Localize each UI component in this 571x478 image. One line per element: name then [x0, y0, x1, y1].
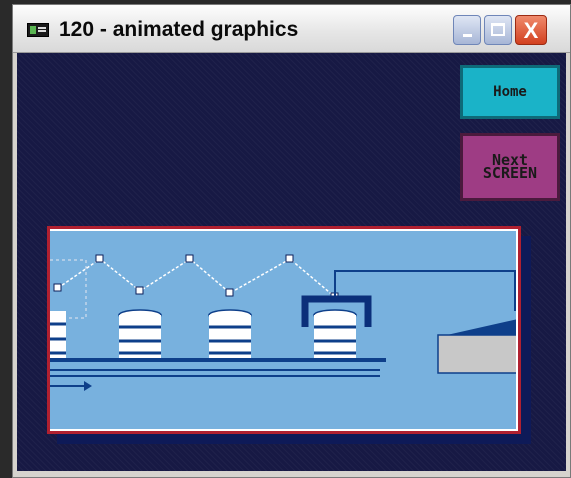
title-bar[interactable]: 120 - animated graphics X: [13, 5, 570, 53]
home-button-label: Home: [493, 84, 527, 100]
conveyor-belt: [50, 358, 386, 377]
next-screen-label: Next SCREEN: [482, 151, 538, 182]
animation-canvas: Home Next SCREEN: [17, 53, 566, 471]
motion-path-handles: [53, 254, 339, 301]
next-screen-button[interactable]: Next SCREEN: [460, 133, 560, 201]
home-button[interactable]: Home: [460, 65, 560, 119]
minimize-button[interactable]: [453, 15, 481, 45]
app-window-icon[interactable]: [27, 23, 49, 37]
can-4: [313, 309, 357, 361]
close-button[interactable]: X: [515, 15, 547, 45]
gripper-arm: [334, 270, 516, 311]
maximize-button[interactable]: [484, 15, 512, 45]
packing-box: [437, 319, 518, 374]
can-1: [50, 311, 66, 361]
minimize-icon: [463, 34, 472, 37]
window-title: 120 - animated graphics: [59, 18, 299, 41]
motion-path: [57, 258, 336, 298]
conveyor-animation-scene: [47, 226, 521, 434]
can-2: [118, 309, 162, 361]
application-window: 120 - animated graphics X Home Next SCRE…: [12, 4, 571, 478]
maximize-icon: [491, 23, 505, 36]
conveyor-illustration: [50, 254, 518, 391]
direction-arrow-icon: [50, 381, 92, 391]
can-3: [208, 309, 252, 361]
close-icon: X: [523, 18, 539, 43]
